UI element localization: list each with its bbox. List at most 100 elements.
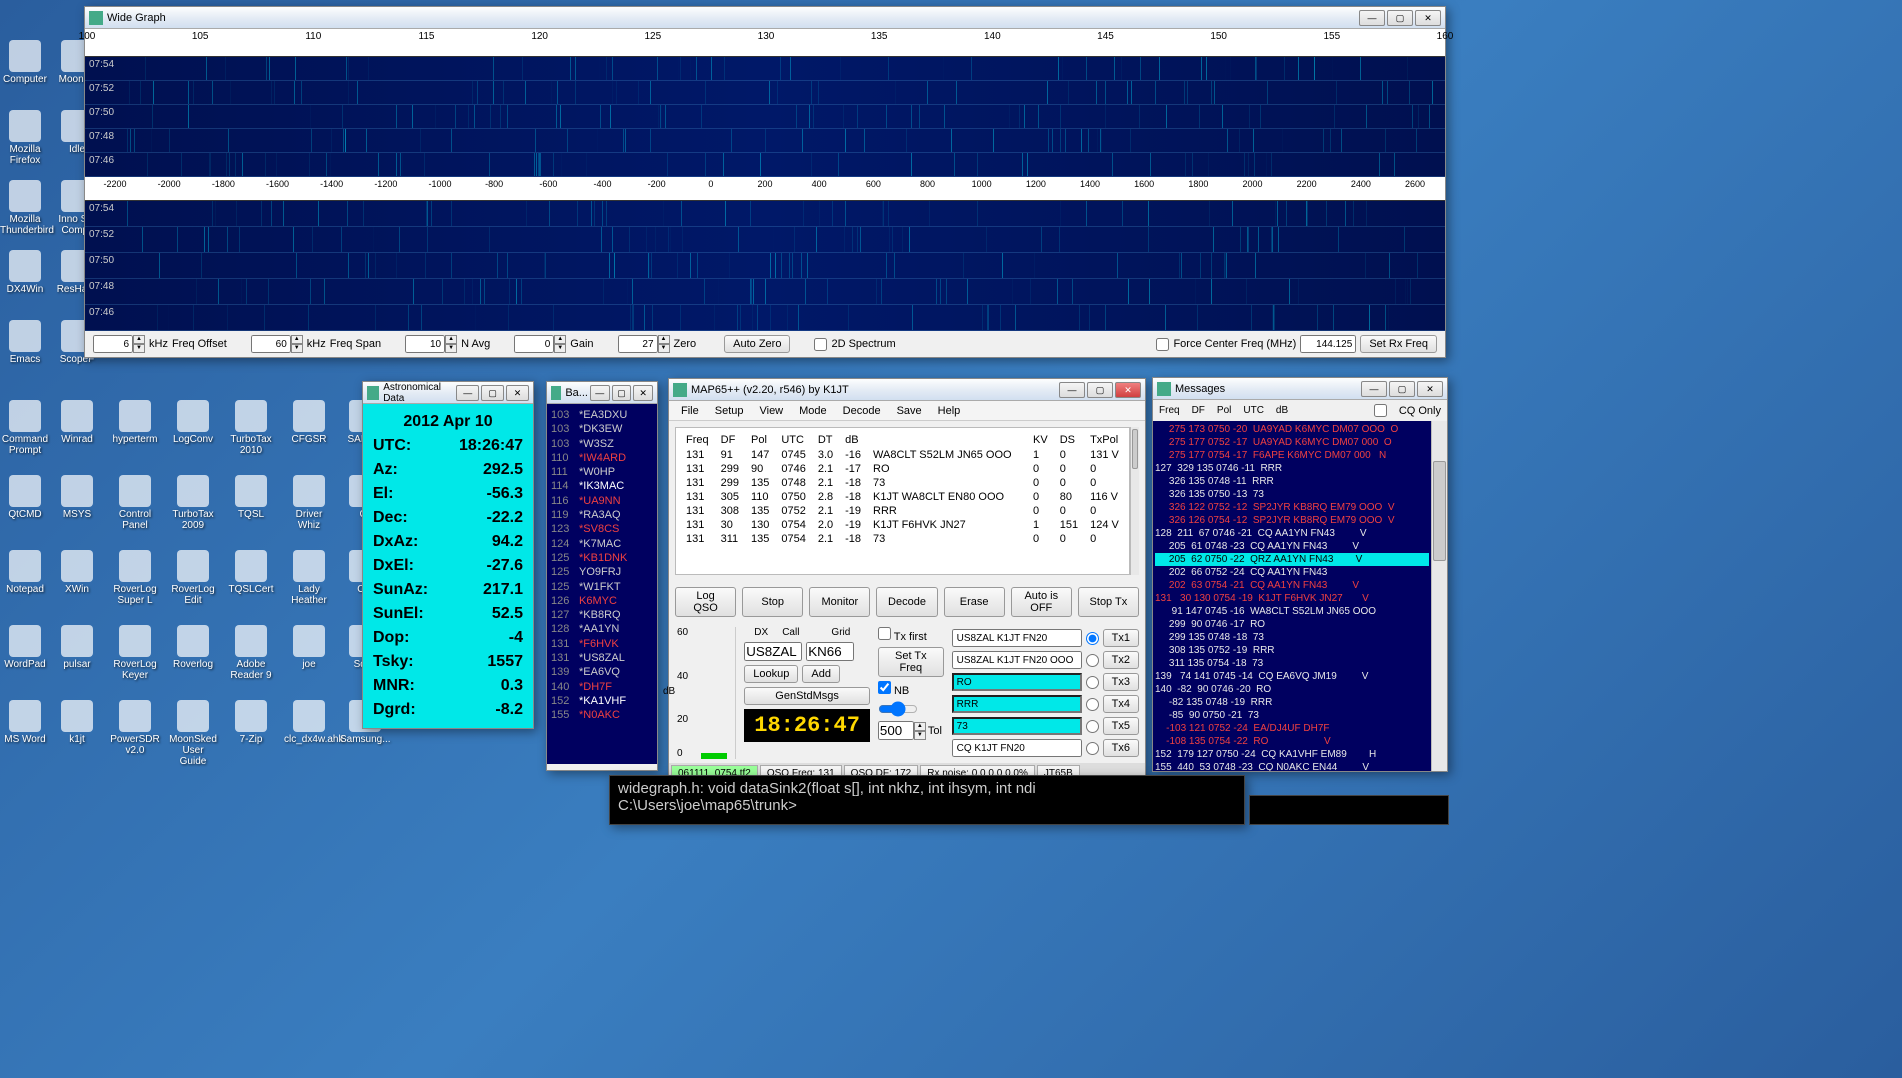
genstdmsgs-button[interactable]: GenStdMsgs [744,687,870,705]
txfirst-checkbox[interactable] [878,627,891,640]
decoded-row[interactable]: 13131113507542.1-1873000 [680,532,1125,546]
desktop-icon[interactable]: WordPad [0,625,50,670]
forcecf-input[interactable] [1300,335,1356,353]
desktop-icon[interactable]: TQSLCert [226,550,276,595]
desktop-icon[interactable]: pulsar [52,625,102,670]
message-row[interactable]: 205 62 0750 -22 QRZ AA1YN FN43 V [1155,553,1429,566]
stop-tx-button[interactable]: Stop Tx [1078,587,1139,617]
message-row[interactable]: 299 135 0748 -18 73 [1155,631,1429,644]
freq-ruler-top[interactable]: 100105110115120125130135140145150155160 [85,29,1445,57]
desktop-icon[interactable]: MoonSked User Guide [168,700,218,767]
desktop-icon[interactable]: Adobe Reader 9 [226,625,276,681]
tx4-input[interactable] [952,695,1082,713]
bandmap-entry[interactable]: 124*K7MAC [551,537,653,551]
tx1-button[interactable]: Tx1 [1103,629,1139,647]
desktop-icon[interactable]: TurboTax 2009 [168,475,218,531]
messages-list[interactable]: 275 173 0750 -20 UA9YAD K6MYC DM07 OOO O… [1153,421,1431,771]
max-button[interactable]: ▢ [1389,381,1415,397]
waterfall-top[interactable]: 07:5407:5207:5007:4807:46 [85,57,1445,177]
zero-input[interactable] [618,335,658,353]
bandmap-entry[interactable]: 116*UA9NN [551,494,653,508]
message-row[interactable]: -85 90 0750 -21 73 [1155,709,1429,722]
auto-is-off-button[interactable]: Auto is OFF [1011,587,1072,617]
bandmap-entry[interactable]: 119*RA3AQ [551,508,653,522]
menu-setup[interactable]: Setup [707,405,752,417]
map65-menubar[interactable]: FileSetupViewModeDecodeSaveHelp [669,401,1145,421]
message-row[interactable]: 275 177 0752 -17 UA9YAD K6MYC DM07 000 O [1155,436,1429,449]
message-row[interactable]: 127 329 135 0746 -11 RRR [1155,462,1429,475]
bandmap-entry[interactable]: 103*DK3EW [551,422,653,436]
cmd-window-2[interactable] [1249,795,1449,825]
menu-save[interactable]: Save [889,405,930,417]
desktop-icon[interactable]: Mozilla Thunderbird [0,180,50,236]
message-row[interactable]: 205 61 0748 -23 CQ AA1YN FN43 V [1155,540,1429,553]
astro-titlebar[interactable]: Astronomical Data — ▢ ✕ [363,382,533,404]
message-row[interactable]: 308 135 0752 -19 RRR [1155,644,1429,657]
close-button[interactable]: ✕ [1415,10,1441,26]
autozero-button[interactable]: Auto Zero [724,335,790,353]
bandmap-entry[interactable]: 123*SV8CS [551,522,653,536]
log-qso-button[interactable]: Log QSO [675,587,736,617]
message-row[interactable]: 326 135 0748 -11 RRR [1155,475,1429,488]
menu-view[interactable]: View [751,405,791,417]
bandmap-entry[interactable]: 128*AA1YN [551,622,653,636]
tx3-radio[interactable] [1086,676,1099,689]
message-row[interactable]: 128 211 67 0746 -21 CQ AA1YN FN43 V [1155,527,1429,540]
close-button[interactable]: ✕ [1115,382,1141,398]
decoded-row[interactable]: 13130511007502.8-18K1JT WA8CLT EN80 OOO0… [680,490,1125,504]
2dspectrum-checkbox[interactable] [814,338,827,351]
desktop-icon[interactable]: Emacs [0,320,50,365]
min-button[interactable]: — [1059,382,1085,398]
tx1-input[interactable] [952,629,1082,647]
desktop-icon[interactable]: RoverLog Keyer [110,625,160,681]
desktop-icon[interactable]: RoverLog Edit [168,550,218,606]
message-row[interactable]: 326 126 0754 -12 SP2JYR KB8RQ EM79 OOO V [1155,514,1429,527]
bandmap-entry[interactable]: 114*IK3MAC [551,479,653,493]
bandmap-entry[interactable]: 125*KB1DNK [551,551,653,565]
bandmap-entry[interactable]: 110*IW4ARD [551,451,653,465]
decoded-list[interactable]: FreqDFPolUTCDTdBKVDSTxPol1319114707453.0… [675,427,1130,575]
desktop-icon[interactable]: XWin [52,550,102,595]
tx2-radio[interactable] [1086,654,1099,667]
dxcall-input[interactable] [744,642,802,661]
min-button[interactable]: — [590,385,610,401]
max-button[interactable]: ▢ [1087,382,1113,398]
tx3-button[interactable]: Tx3 [1103,673,1139,691]
bandmap-entry[interactable]: 155*N0AKC [551,708,653,722]
gain-input[interactable] [514,335,554,353]
desktop-icon[interactable]: hyperterm [110,400,160,445]
freq-ruler-bottom[interactable]: -2200-2000-1800-1600-1400-1200-1000-800-… [85,177,1445,201]
desktop-icon[interactable]: CFGSR [284,400,334,445]
widegraph-titlebar[interactable]: Wide Graph — ▢ ✕ [85,7,1445,29]
message-row[interactable]: -103 121 0752 -24 EA/DJ4UF DH7F [1155,722,1429,735]
lookup-button[interactable]: Lookup [744,665,798,683]
tx6-input[interactable] [952,739,1082,757]
desktop-icon[interactable]: Notepad [0,550,50,595]
max-button[interactable]: ▢ [612,385,632,401]
message-row[interactable]: 275 173 0750 -20 UA9YAD K6MYC DM07 OOO O [1155,423,1429,436]
cmd-body[interactable]: widegraph.h: void dataSink2(float s[], i… [610,776,1244,818]
bandmap-entry[interactable]: 103*W3SZ [551,437,653,451]
min-button[interactable]: — [1359,10,1385,26]
decoded-row[interactable]: 1319114707453.0-16WA8CLT S52LM JN65 OOO1… [680,448,1125,462]
setrxfreq-button[interactable]: Set Rx Freq [1360,335,1437,353]
tx5-button[interactable]: Tx5 [1103,717,1139,735]
min-button[interactable]: — [1361,381,1387,397]
decoded-row[interactable]: 1313013007542.0-19K1JT F6HVK JN271151124… [680,518,1125,532]
menu-decode[interactable]: Decode [835,405,889,417]
message-row[interactable]: 202 66 0752 -24 CQ AA1YN FN43 [1155,566,1429,579]
desktop-icon[interactable]: k1jt [52,700,102,745]
desktop-icon[interactable]: Winrad [52,400,102,445]
bandmap-entry[interactable]: 111*W0HP [551,465,653,479]
message-row[interactable]: 131 30 130 0754 -19 K1JT F6HVK JN27 V [1155,592,1429,605]
desktop-icon[interactable]: Command Prompt [0,400,50,456]
message-row[interactable]: 152 179 127 0750 -24 CQ KA1VHF EM89 H [1155,748,1429,761]
khz-input[interactable] [93,335,133,353]
navg-input[interactable] [405,335,445,353]
desktop-icon[interactable]: MS Word [0,700,50,745]
message-row[interactable]: 202 63 0754 -21 CQ AA1YN FN43 V [1155,579,1429,592]
desktop-icon[interactable]: QtCMD [0,475,50,520]
desktop-icon[interactable]: Control Panel [110,475,160,531]
min-button[interactable]: — [456,385,479,401]
decoded-row[interactable]: 1312999007462.1-17RO000 [680,462,1125,476]
